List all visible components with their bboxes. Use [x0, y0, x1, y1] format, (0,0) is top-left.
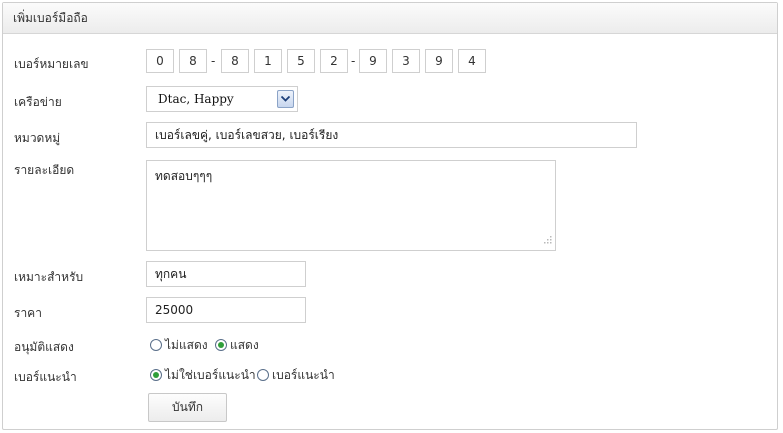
- phone-digit-6[interactable]: 2: [320, 49, 348, 73]
- radio-recommended-label: เบอร์แนะนำ: [272, 367, 335, 382]
- phone-label: เบอร์หมายเลข: [14, 57, 89, 71]
- price-field[interactable]: 25000: [146, 297, 306, 323]
- details-text: ทดสอบๆๆๆ: [155, 169, 213, 183]
- panel-title: เพิ่มเบอร์มือถือ: [3, 3, 777, 34]
- phone-digit-7[interactable]: 9: [359, 49, 387, 73]
- phone-separator: -: [211, 54, 216, 68]
- radio-option-recommended[interactable]: เบอร์แนะนำ: [257, 367, 335, 383]
- suitable-for-field[interactable]: ทุกคน: [146, 261, 306, 287]
- price-label: ราคา: [14, 306, 42, 320]
- network-label: เครือข่าย: [14, 95, 62, 109]
- details-textarea[interactable]: ทดสอบๆๆๆ: [146, 160, 556, 251]
- recommended-label: เบอร์แนะนำ: [14, 370, 77, 384]
- category-label: หมวดหมู่: [14, 131, 61, 145]
- radio-not-recommended[interactable]: [150, 369, 162, 381]
- phone-digit-8[interactable]: 3: [392, 49, 420, 73]
- category-field[interactable]: เบอร์เลขคู่, เบอร์เลขสวย, เบอร์เรียง: [146, 122, 637, 148]
- add-mobile-number-panel: เพิ่มเบอร์มือถือ เบอร์หมายเลข 0 8 - 8 1 …: [2, 2, 778, 430]
- suitable-for-label: เหมาะสำหรับ: [14, 270, 84, 284]
- radio-show[interactable]: [215, 339, 227, 351]
- phone-separator: -: [351, 54, 356, 68]
- phone-digit-3[interactable]: 8: [221, 49, 249, 73]
- radio-option-show[interactable]: แสดง: [215, 337, 259, 353]
- resize-grip-icon[interactable]: [543, 233, 552, 247]
- radio-option-hide[interactable]: ไม่แสดง: [150, 337, 208, 353]
- network-select[interactable]: Dtac, Happy: [146, 86, 298, 112]
- network-selected-value: Dtac, Happy: [158, 92, 234, 106]
- approve-display-label: อนุมัติแสดง: [14, 340, 74, 354]
- phone-digit-2[interactable]: 8: [179, 49, 207, 73]
- details-label: รายละเอียด: [14, 163, 75, 177]
- phone-digit-9[interactable]: 9: [425, 49, 453, 73]
- radio-option-not-recommended[interactable]: ไม่ใช่เบอร์แนะนำ: [150, 367, 256, 383]
- radio-not-recommended-label: ไม่ใช่เบอร์แนะนำ: [165, 367, 256, 382]
- phone-digit-1[interactable]: 0: [146, 49, 174, 73]
- save-button[interactable]: บันทึก: [148, 393, 227, 422]
- phone-digit-10[interactable]: 4: [458, 49, 486, 73]
- phone-digit-5[interactable]: 5: [287, 49, 315, 73]
- radio-show-label: แสดง: [230, 337, 259, 352]
- chevron-down-icon[interactable]: [277, 90, 294, 108]
- phone-digit-4[interactable]: 1: [254, 49, 282, 73]
- radio-hide[interactable]: [150, 339, 162, 351]
- radio-hide-label: ไม่แสดง: [165, 337, 208, 352]
- radio-recommended[interactable]: [257, 369, 269, 381]
